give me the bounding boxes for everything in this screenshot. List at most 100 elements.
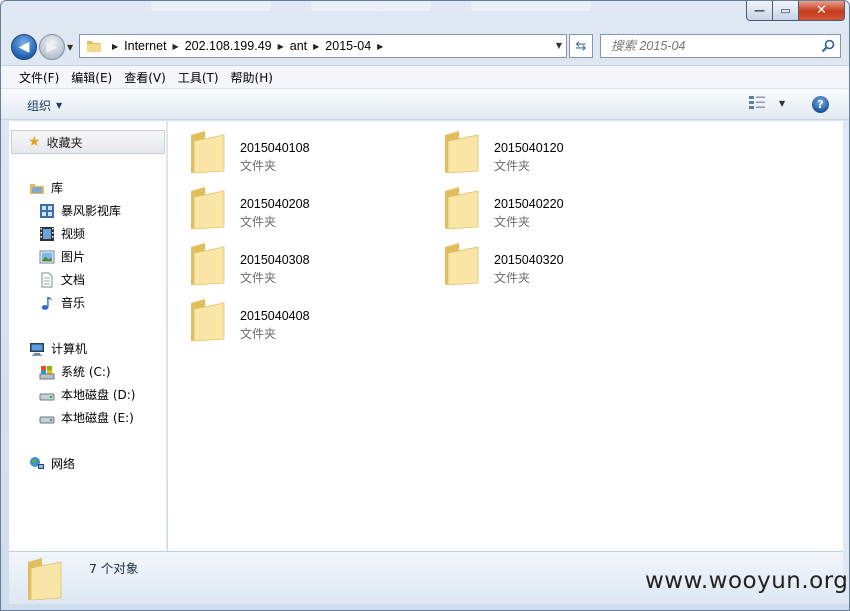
folder-name: 2015040208 <box>240 197 310 211</box>
menu-bar: 文件(F) 编辑(E) 查看(V) 工具(T) 帮助(H) <box>1 65 849 89</box>
background-window-strip <box>151 1 271 11</box>
sidebar-item-videos[interactable]: 视频 <box>39 225 85 242</box>
menu-view[interactable]: 查看(V) <box>118 69 172 86</box>
recent-pages-dropdown[interactable]: ▼ <box>67 43 73 52</box>
folder-icon <box>191 243 225 286</box>
folder-item[interactable]: 2015040108 文件夹 <box>188 129 428 181</box>
close-button[interactable]: ✕ <box>799 1 845 21</box>
folder-type: 文件夹 <box>494 271 531 285</box>
organize-label: 组织 <box>27 99 52 113</box>
folder-icon <box>445 187 479 230</box>
arrow-right-icon: ▶ <box>46 39 58 55</box>
sidebar-item-network[interactable]: 网络 <box>29 455 75 472</box>
folder-item[interactable]: 2015040308 文件夹 <box>188 241 428 293</box>
menu-help[interactable]: 帮助(H) <box>225 69 279 86</box>
search-icon[interactable] <box>821 39 835 53</box>
folder-item[interactable]: 2015040208 文件夹 <box>188 185 428 237</box>
folder-icon <box>191 299 225 342</box>
refresh-icon: ⇆ <box>575 38 587 54</box>
document-icon <box>41 272 53 287</box>
folder-name: 2015040108 <box>240 141 310 155</box>
folder-name: 2015040120 <box>494 141 564 155</box>
sidebar-item-drive-d[interactable]: 本地磁盘 (D:) <box>39 386 135 403</box>
search-box[interactable] <box>600 34 841 58</box>
sidebar-item-computer[interactable]: 计算机 <box>29 340 87 357</box>
arrow-left-icon: ◀ <box>18 39 30 55</box>
folder-type: 文件夹 <box>240 159 277 173</box>
window-frame-edge <box>843 121 849 604</box>
sidebar-item-drive-c[interactable]: 系统 (C:) <box>39 363 111 380</box>
title-bar[interactable]: — ▭ ✕ <box>1 1 849 29</box>
sidebar-item-label: 计算机 <box>51 342 88 356</box>
explorer-window: — ▭ ✕ ◀ ▶ ▼ ▶ Internet ▶ 202.108.199.49 … <box>0 0 850 611</box>
minimize-button[interactable]: — <box>746 1 773 21</box>
background-window-strip <box>311 1 431 11</box>
folder-type: 文件夹 <box>494 159 531 173</box>
chevron-right-icon[interactable]: ▶ <box>313 42 319 51</box>
file-list[interactable]: 2015040108 文件夹 2015040120 文件夹 2015040208… <box>168 121 843 551</box>
menu-file[interactable]: 文件(F) <box>13 69 65 86</box>
sidebar-item-label: 视频 <box>61 227 86 241</box>
command-bar: 组织 ▼ ▼ ? <box>1 89 849 120</box>
music-note-icon <box>41 296 53 310</box>
folder-icon <box>445 243 479 286</box>
background-window-strip <box>471 1 591 11</box>
search-input[interactable] <box>611 39 811 53</box>
library-icon <box>30 183 44 194</box>
chevron-down-icon[interactable]: ▼ <box>779 99 785 108</box>
folder-name: 2015040408 <box>240 309 310 323</box>
sidebar-item-documents[interactable]: 文档 <box>39 271 85 288</box>
sidebar-item-label: 库 <box>51 181 64 195</box>
computer-icon <box>30 342 44 356</box>
menu-tools[interactable]: 工具(T) <box>172 69 225 86</box>
sidebar-item-drive-e[interactable]: 本地磁盘 (E:) <box>39 409 134 426</box>
sidebar-item-favorites[interactable]: ★ 收藏夹 <box>11 130 165 154</box>
sidebar-item-label: 本地磁盘 (D:) <box>61 388 136 402</box>
network-icon <box>30 456 44 469</box>
organize-button[interactable]: 组织 ▼ <box>27 97 62 114</box>
address-history-dropdown[interactable]: ▼ <box>556 41 562 50</box>
chevron-right-icon[interactable]: ▶ <box>112 42 118 51</box>
back-button[interactable]: ◀ <box>11 34 37 60</box>
address-bar[interactable]: ▶ Internet ▶ 202.108.199.49 ▶ ant ▶ 2015… <box>79 34 567 58</box>
folder-name: 2015040220 <box>494 197 564 211</box>
chevron-right-icon[interactable]: ▶ <box>377 42 383 51</box>
hard-drive-icon <box>39 393 55 400</box>
change-view-button[interactable]: ▼ <box>749 96 785 110</box>
menu-edit[interactable]: 编辑(E) <box>65 69 118 86</box>
folder-type: 文件夹 <box>240 327 277 341</box>
folder-icon <box>445 131 479 174</box>
video-library-icon <box>40 203 54 218</box>
folder-item[interactable]: 2015040120 文件夹 <box>442 129 682 181</box>
chevron-right-icon[interactable]: ▶ <box>173 42 179 51</box>
breadcrumb-ant[interactable]: ant <box>290 39 307 53</box>
breadcrumb-internet[interactable]: Internet <box>124 39 166 53</box>
folder-item[interactable]: 2015040220 文件夹 <box>442 185 682 237</box>
help-button[interactable]: ? <box>812 96 829 113</box>
sidebar-item-music[interactable]: 音乐 <box>39 294 85 311</box>
folder-type: 文件夹 <box>240 271 277 285</box>
chevron-down-icon: ▼ <box>56 101 63 110</box>
folder-item[interactable]: 2015040320 文件夹 <box>442 241 682 293</box>
item-count: 7 个对象 <box>89 561 139 576</box>
sidebar-item-library[interactable]: 库 <box>29 179 63 196</box>
refresh-button[interactable]: ⇆ <box>569 34 593 58</box>
folder-icon <box>191 187 225 230</box>
help-icon: ? <box>817 98 824 111</box>
sidebar-item-label: 文档 <box>61 273 86 287</box>
sidebar-item-label: 暴风影视库 <box>61 204 122 218</box>
sidebar-item-pictures[interactable]: 图片 <box>39 248 85 265</box>
sidebar-item-baofeng[interactable]: 暴风影视库 <box>39 202 121 219</box>
folder-icon <box>191 131 225 174</box>
watermark-text: www.wooyun.org <box>645 568 849 594</box>
chevron-right-icon[interactable]: ▶ <box>278 42 284 51</box>
folder-item[interactable]: 2015040408 文件夹 <box>188 297 428 349</box>
background-windows <box>151 1 591 13</box>
breadcrumb-host[interactable]: 202.108.199.49 <box>185 39 272 53</box>
navigation-pane: ★ 收藏夹 库 暴风影视库 视频 图片 文档 音乐 计算机 系统 (C:) 本地… <box>9 121 167 551</box>
maximize-button[interactable]: ▭ <box>773 1 799 21</box>
picture-icon <box>39 250 55 263</box>
forward-button[interactable]: ▶ <box>39 34 65 60</box>
breadcrumb-2015-04[interactable]: 2015-04 <box>325 39 371 53</box>
sidebar-item-label: 网络 <box>51 457 76 471</box>
